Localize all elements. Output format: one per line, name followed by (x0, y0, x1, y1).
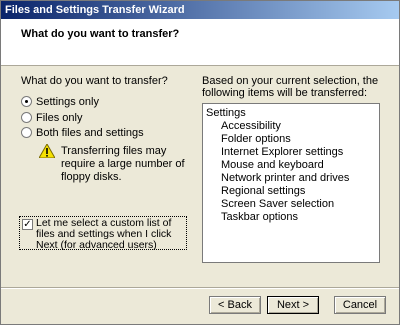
radio-both-label: Both files and settings (36, 127, 144, 139)
list-item: Regional settings (221, 185, 306, 197)
list-item: Mouse and keyboard (221, 159, 324, 171)
list-item: Folder options (221, 133, 291, 145)
radio-files-only[interactable]: Files only (21, 111, 82, 125)
list-item: Accessibility (221, 120, 281, 132)
page-title: What do you want to transfer? (21, 28, 180, 40)
window-title: Files and Settings Transfer Wizard (5, 4, 185, 16)
list-item: Taskbar options (221, 211, 299, 223)
wizard-header: What do you want to transfer? (1, 19, 399, 66)
warning-icon (39, 144, 55, 158)
footer-divider (1, 287, 399, 289)
floppy-warning: Transferring files may require a large n… (61, 145, 185, 183)
radio-button-icon[interactable] (21, 112, 32, 123)
back-button[interactable]: < Back (209, 296, 261, 314)
radio-settings-only-label: Settings only (36, 96, 99, 108)
wizard-window: Files and Settings Transfer Wizard What … (0, 0, 400, 325)
list-root-item: Settings (206, 107, 246, 119)
transfer-summary-prompt: Based on your current selection, the fol… (202, 75, 379, 99)
title-bar: Files and Settings Transfer Wizard (1, 1, 399, 19)
radio-settings-only[interactable]: Settings only (21, 95, 99, 109)
custom-list-label: Let me select a custom list of files and… (36, 217, 172, 251)
transfer-prompt: What do you want to transfer? (21, 75, 168, 87)
radio-files-only-label: Files only (36, 112, 83, 124)
radio-button-icon[interactable] (21, 127, 32, 138)
transfer-items-list[interactable]: Settings Accessibility Folder options In… (202, 103, 380, 263)
checkmark-icon[interactable]: ✓ (22, 219, 33, 230)
radio-button-icon[interactable] (21, 96, 32, 107)
cancel-button[interactable]: Cancel (334, 296, 386, 314)
list-item: Screen Saver selection (221, 198, 335, 210)
radio-both[interactable]: Both files and settings (21, 126, 144, 140)
list-item: Internet Explorer settings (221, 146, 344, 158)
next-button[interactable]: Next > (267, 296, 319, 314)
list-item: Network printer and drives (221, 172, 350, 184)
custom-list-checkbox[interactable]: ✓ Let me select a custom list of files a… (19, 216, 187, 251)
